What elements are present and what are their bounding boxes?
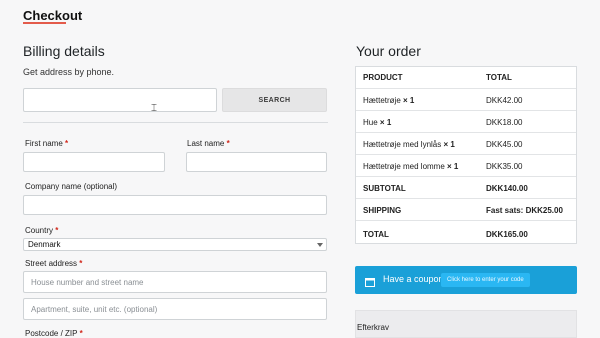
order-title: Your order: [356, 43, 421, 59]
billing-title: Billing details: [23, 43, 105, 59]
required-mark: *: [79, 329, 83, 338]
table-row-shipping: SHIPPING Fast sats: DKK25.00: [356, 198, 576, 220]
table-row: Hættetrøje med lynlås × 1 DKK45.00: [356, 132, 576, 154]
table-row: Hættetrøje med lomme × 1 DKK35.00: [356, 154, 576, 176]
product-qty: × 1: [379, 118, 392, 127]
efterkrav-label: Efterkrav: [357, 323, 390, 332]
product-qty: × 1: [403, 96, 415, 105]
required-mark: *: [226, 139, 230, 148]
product-total: DKK45.00: [486, 140, 523, 149]
subtotal-label: SUBTOTAL: [363, 184, 406, 193]
divider: [23, 122, 328, 123]
table-row-subtotal: SUBTOTAL DKK140.00: [356, 176, 576, 198]
country-label-text: Country: [25, 226, 54, 235]
street-input[interactable]: House number and street name: [23, 271, 327, 293]
header-product: PRODUCT: [363, 73, 403, 82]
phone-input[interactable]: [23, 88, 217, 112]
required-mark: *: [79, 259, 83, 268]
country-select[interactable]: Denmark: [23, 238, 327, 251]
total-value: DKK165.00: [486, 230, 528, 239]
product-qty: × 1: [443, 140, 455, 149]
product-total: DKK18.00: [486, 118, 523, 127]
last-name-label: Last name *: [187, 139, 230, 148]
product-text: Hættetrøje med lomme: [363, 162, 445, 171]
product-name: Hue × 1: [363, 118, 391, 127]
table-row: Hue × 1 DKK18.00: [356, 110, 576, 132]
product-text: Hue: [363, 118, 378, 127]
payment-method-box: Efterkrav: [355, 310, 577, 338]
street-placeholder: House number and street name: [31, 277, 144, 287]
last-name-label-text: Last name: [187, 139, 225, 148]
search-button[interactable]: SEARCH: [222, 88, 327, 112]
product-text: Hættetrøje med lynlås: [363, 140, 442, 149]
country-label: Country *: [25, 226, 58, 235]
active-tab-underline: [23, 22, 66, 24]
chevron-down-icon[interactable]: [317, 243, 323, 247]
product-total: DKK42.00: [486, 96, 523, 105]
order-table: PRODUCT TOTAL Hættetrøje × 1 DKK42.00 Hu…: [355, 66, 577, 244]
last-name-input[interactable]: [186, 152, 327, 172]
page-tab-title: Checkout: [23, 8, 83, 23]
product-qty: × 1: [447, 162, 459, 171]
company-input[interactable]: [23, 195, 327, 215]
street2-input[interactable]: Apartment, suite, unit etc. (optional): [23, 298, 327, 320]
coupon-text: Have a coupon?: [383, 274, 449, 284]
billing-subtitle: Get address by phone.: [23, 67, 115, 77]
street-label: Street address *: [25, 259, 82, 268]
required-mark: *: [55, 226, 59, 235]
coupon-enter-code-link[interactable]: Click here to enter your code: [441, 273, 530, 287]
subtotal-value: DKK140.00: [486, 184, 528, 193]
header-total: TOTAL: [486, 73, 512, 82]
postcode-label: Postcode / ZIP *: [25, 329, 83, 338]
text-cursor-icon: ⌶: [151, 103, 157, 114]
required-mark: *: [65, 139, 69, 148]
company-label: Company name (optional): [25, 182, 118, 191]
product-total: DKK35.00: [486, 162, 523, 171]
coupon-banner: Have a coupon? Click here to enter your …: [355, 266, 577, 294]
product-name: Hættetrøje med lynlås × 1: [363, 140, 455, 149]
street-label-text: Street address: [25, 259, 78, 268]
shipping-label: SHIPPING: [363, 206, 402, 215]
first-name-input[interactable]: [23, 152, 165, 172]
table-row: Hættetrøje × 1 DKK42.00: [356, 88, 576, 110]
table-row-total: TOTAL DKK165.00: [356, 220, 576, 245]
country-selected-value: Denmark: [28, 240, 61, 249]
product-name: Hættetrøje × 1: [363, 96, 414, 105]
calendar-icon: [365, 274, 375, 287]
product-text: Hættetrøje: [363, 96, 401, 105]
postcode-label-text: Postcode / ZIP: [25, 329, 78, 338]
shipping-value: Fast sats: DKK25.00: [486, 206, 563, 215]
product-name: Hættetrøje med lomme × 1: [363, 162, 458, 171]
first-name-label-text: First name: [25, 139, 63, 148]
street2-placeholder: Apartment, suite, unit etc. (optional): [31, 304, 158, 314]
total-label: TOTAL: [363, 230, 389, 239]
first-name-label: First name *: [25, 139, 68, 148]
